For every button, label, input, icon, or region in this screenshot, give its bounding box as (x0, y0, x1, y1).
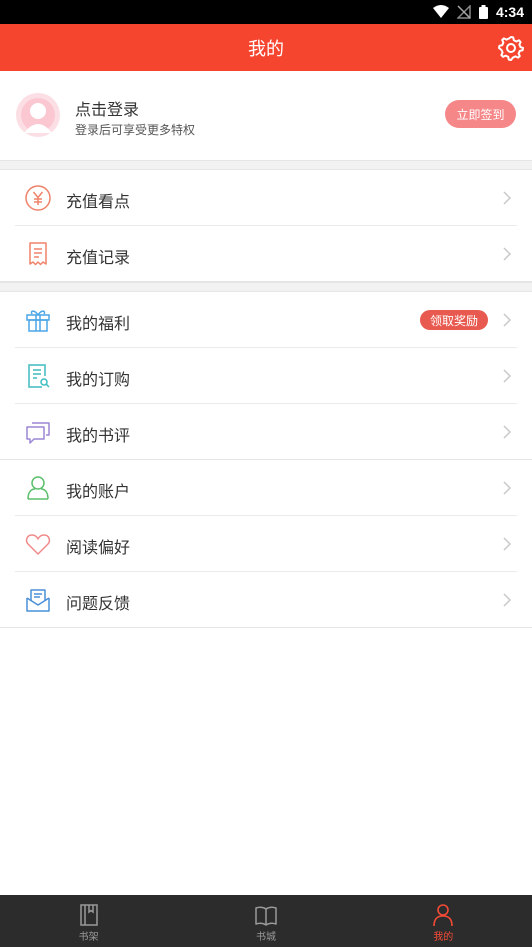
login-subtitle: 登录后可享受更多特权 (75, 123, 196, 137)
chevron-right-icon (503, 247, 512, 261)
menu-label: 我的福利 (66, 314, 131, 333)
chevron-right-icon (503, 593, 512, 607)
personal-group: 我的福利 领取奖励 我的订购 我的书评 我的账户 阅读偏好 问题反馈 (0, 292, 532, 628)
nav-item-mine[interactable]: 我的 (355, 895, 532, 947)
person-icon (433, 904, 454, 927)
chevron-right-icon (503, 369, 512, 383)
nav-label: 书架 (78, 932, 99, 943)
chevron-right-icon (503, 425, 512, 439)
menu-label: 问题反馈 (66, 594, 131, 613)
chevron-right-icon (503, 481, 512, 495)
settings-gear-icon[interactable] (498, 35, 524, 61)
heart-icon (25, 534, 51, 555)
menu-label: 我的订购 (66, 370, 131, 389)
chevron-right-icon (503, 313, 512, 327)
yuan-coin-icon (25, 185, 51, 211)
menu-item-recharge-history[interactable]: 充值记录 (0, 226, 532, 282)
status-bar: 4:34 (0, 0, 532, 24)
speech-bubbles-icon (26, 422, 50, 444)
receipt-icon (29, 242, 47, 266)
default-avatar-icon (16, 93, 60, 137)
menu-label: 我的账户 (66, 482, 131, 501)
open-book-icon (255, 906, 277, 926)
no-signal-icon (456, 5, 471, 19)
chevron-right-icon (503, 191, 512, 205)
status-time: 4:34 (495, 4, 524, 20)
menu-item-subscriptions[interactable]: 我的订购 (0, 348, 532, 404)
avatar[interactable] (16, 93, 60, 137)
nav-item-bookstore[interactable]: 书城 (177, 895, 354, 947)
menu-label: 我的书评 (66, 426, 131, 445)
page-title: 我的 (248, 38, 284, 60)
recharge-group: 充值看点 充值记录 (0, 170, 532, 282)
menu-item-welfare[interactable]: 我的福利 领取奖励 (0, 292, 532, 348)
menu-label: 充值看点 (66, 192, 131, 211)
title-bar: 我的 (0, 24, 532, 71)
menu-item-feedback[interactable]: 问题反馈 (0, 572, 532, 628)
login-title[interactable]: 点击登录 (75, 96, 139, 120)
menu-item-account[interactable]: 我的账户 (0, 460, 532, 516)
daily-signin-button[interactable]: 立即签到 (445, 100, 516, 128)
menu-item-reviews[interactable]: 我的书评 (0, 404, 532, 460)
menu-item-preferences[interactable]: 阅读偏好 (0, 516, 532, 572)
document-search-icon (28, 364, 50, 388)
menu-label: 阅读偏好 (66, 538, 131, 557)
menu-item-recharge[interactable]: 充值看点 (0, 170, 532, 226)
nav-label: 书城 (255, 932, 276, 943)
profile-card[interactable]: 点击登录 登录后可享受更多特权 立即签到 (0, 71, 532, 160)
wifi-icon (432, 5, 449, 18)
bookshelf-icon (79, 904, 98, 926)
divider (0, 627, 532, 628)
gift-icon (26, 310, 50, 332)
section-gap (0, 160, 532, 170)
nav-label: 我的 (433, 932, 454, 943)
mail-icon (26, 589, 50, 612)
claim-reward-badge[interactable]: 领取奖励 (419, 310, 488, 330)
user-icon (27, 476, 49, 500)
bottom-nav: 书架 书城 我的 (0, 895, 532, 947)
section-gap (0, 282, 532, 292)
battery-icon (478, 5, 488, 19)
chevron-right-icon (503, 537, 512, 551)
menu-label: 充值记录 (66, 248, 131, 267)
nav-item-bookshelf[interactable]: 书架 (0, 895, 177, 947)
